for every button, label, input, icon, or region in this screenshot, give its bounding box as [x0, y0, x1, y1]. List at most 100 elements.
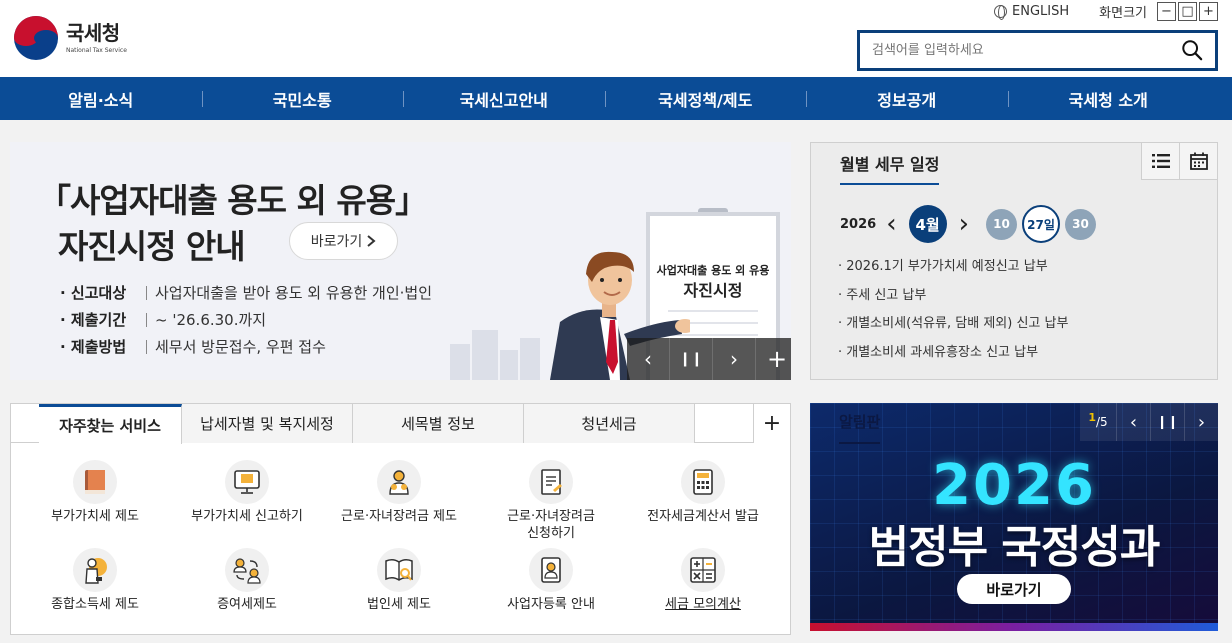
document-icon — [529, 460, 573, 504]
schedule-month-selector: 2026 ‹ 4월 › 10 27일 30 — [840, 205, 1096, 243]
book-icon — [73, 460, 117, 504]
notice-pause-button[interactable]: ❙❙ — [1150, 403, 1184, 441]
service-label: 부가가치세 신고하기 — [191, 509, 303, 524]
schedule-view-toggle — [1141, 143, 1217, 180]
service-item-vat-filing[interactable]: 부가가치세 신고하기 — [171, 460, 323, 546]
banner-shortcut-button[interactable]: 바로가기 — [289, 222, 398, 260]
nav-item-news[interactable]: 알림·소식 — [0, 77, 202, 120]
schedule-list-item[interactable]: 2026.1기 부가가치세 예정신고 납부 — [838, 256, 1068, 285]
english-label: ENGLISH — [1012, 4, 1070, 19]
chevron-right-icon — [367, 235, 376, 247]
service-item-income-tax[interactable]: 종합소득세 제도 — [19, 548, 171, 634]
search-input[interactable] — [860, 33, 1160, 68]
banner-more-button[interactable]: + — [756, 338, 791, 380]
taegeuk-emblem-icon — [14, 16, 58, 60]
service-label: 법인세 제도 — [367, 597, 431, 612]
banner-info-row: 제출방법 세무서 방문접수, 우편 접수 — [60, 333, 432, 360]
schedule-list-item[interactable]: 주세 신고 납부 — [838, 285, 1068, 314]
banner-info-key: 제출방법 — [60, 336, 142, 357]
math-icon — [681, 548, 725, 592]
search-icon[interactable] — [1181, 39, 1203, 61]
services-more-button[interactable]: + — [753, 404, 790, 443]
service-item-e-tax-invoice[interactable]: 전자세금계산서 발급 — [627, 460, 779, 546]
service-item-earned-income-credit[interactable]: 근로·자녀장려금 제도 — [323, 460, 475, 546]
banner-info-value: ~ '26.6.30.까지 — [155, 311, 267, 329]
schedule-day-30[interactable]: 30 — [1065, 208, 1096, 240]
service-item-corporate-tax[interactable]: 법인세 제도 — [323, 548, 475, 634]
nav-item-tax-filing[interactable]: 국세신고안내 — [403, 77, 605, 120]
banner-info-value: 세무서 방문접수, 우편 접수 — [155, 338, 326, 356]
services-grid: 부가가치세 제도 부가가치세 신고하기 근로·자녀장려금 제도 근로·자녀장려금… — [19, 460, 779, 634]
nav-item-communication[interactable]: 국민소통 — [201, 77, 404, 120]
calendar-view-button[interactable] — [1179, 143, 1217, 180]
banner-subtitle: 자진시정 안내 — [58, 227, 246, 266]
list-view-button[interactable] — [1141, 143, 1179, 180]
main-banner: 「사업자대출 용도 외 유용」 자진시정 안내 바로가기 신고대상 사업자대출을… — [10, 142, 791, 380]
notice-shortcut-button[interactable]: 바로가기 — [957, 574, 1071, 604]
monitor-icon — [225, 460, 269, 504]
frequent-services-panel: 자주찾는 서비스 납세자별 및 복지세정 세목별 정보 청년세금 + 부가가치세… — [10, 403, 791, 635]
service-label: 근로·자녀장려금 제도 — [341, 509, 457, 524]
logo-english-text: National Tax Service — [66, 47, 127, 54]
service-label: 사업자등록 안내 — [507, 597, 595, 612]
schedule-list: 2026.1기 부가가치세 예정신고 납부 주세 신고 납부 개별소비세(석유류… — [838, 256, 1068, 370]
schedule-day-10[interactable]: 10 — [986, 208, 1017, 240]
current-month: 4월 — [908, 205, 947, 243]
service-label: 세금 모의계산 — [665, 597, 741, 612]
service-item-tax-simulation[interactable]: 세금 모의계산 — [627, 548, 779, 634]
notice-board-title[interactable]: 알림판 — [839, 411, 881, 444]
tab-tax-items[interactable]: 세목별 정보 — [353, 404, 524, 443]
font-size-decrease-button[interactable]: − — [1157, 2, 1176, 21]
badge-icon — [529, 548, 573, 592]
exchange-icon — [225, 548, 269, 592]
schedule-day-27-selected[interactable]: 27일 — [1022, 205, 1060, 243]
service-label: 부가가치세 제도 — [51, 509, 139, 524]
service-label: 근로·자녀장려금 신청하기 — [507, 509, 595, 541]
open-book-icon — [377, 548, 421, 592]
nav-item-tax-policy[interactable]: 국세정책/제도 — [604, 77, 807, 120]
font-size-increase-button[interactable]: + — [1199, 2, 1218, 21]
logo-korean-text: 국세청 — [66, 21, 120, 45]
service-item-vat-system[interactable]: 부가가치세 제도 — [19, 460, 171, 546]
service-item-earned-income-apply[interactable]: 근로·자녀장려금 신청하기 — [475, 460, 627, 546]
next-month-button[interactable]: › — [959, 211, 969, 237]
schedule-year: 2026 — [840, 216, 877, 232]
font-size-reset-button[interactable]: □ — [1178, 2, 1197, 21]
tab-youth-tax[interactable]: 청년세금 — [524, 404, 695, 443]
english-link[interactable]: ENGLISH — [994, 4, 1070, 20]
notice-banner-headline: 범정부 국정성과 — [868, 522, 1161, 573]
monthly-tax-schedule: 월별 세무 일정 2026 ‹ 4월 › 10 27일 30 · 2026.1기… — [810, 142, 1218, 380]
schedule-list-item[interactable]: 개별소비세 과세유흥장소 신고 납부 — [838, 342, 1068, 371]
tab-frequent-services[interactable]: 자주찾는 서비스 — [39, 404, 182, 444]
services-tab-bar: 자주찾는 서비스 납세자별 및 복지세정 세목별 정보 청년세금 — [11, 404, 790, 444]
schedule-list-item[interactable]: 개별소비세(석유류, 담배 제외) 신고 납부 — [838, 313, 1068, 342]
schedule-title[interactable]: 월별 세무 일정 — [840, 151, 940, 185]
banner-info-key: 신고대상 — [60, 282, 142, 303]
nav-item-about[interactable]: 국세청 소개 — [1007, 77, 1210, 120]
nav-item-disclosure[interactable]: 정보공개 — [806, 77, 1008, 120]
banner-info-key: 제출기간 — [60, 309, 142, 330]
site-logo[interactable]: 국세청 National Tax Service — [14, 16, 127, 60]
notice-next-button[interactable]: › — [1184, 403, 1218, 441]
tab-taxpayer-welfare[interactable]: 납세자별 및 복지세정 — [182, 404, 353, 443]
banner-info-value: 사업자대출을 받아 용도 외 유용한 개인·법인 — [155, 284, 433, 302]
service-item-gift-tax[interactable]: 증여세제도 — [171, 548, 323, 634]
service-label: 증여세제도 — [217, 597, 277, 612]
banner-pause-button[interactable]: ❙❙ — [670, 338, 713, 380]
service-item-business-registration[interactable]: 사업자등록 안내 — [475, 548, 627, 634]
font-size-label: 화면크기 — [1099, 6, 1147, 21]
notice-board: 알림판 1/5 ‹ ❙❙ › 2026 범정부 국정성과 바로가기 — [810, 403, 1218, 631]
banner-prev-button[interactable]: ‹ — [627, 338, 670, 380]
notice-prev-button[interactable]: ‹ — [1116, 403, 1150, 441]
notice-page-indicator: 1/5 — [1088, 410, 1108, 430]
globe-icon — [994, 5, 1008, 20]
prev-month-button[interactable]: ‹ — [886, 211, 896, 237]
banner-next-button[interactable]: › — [713, 338, 756, 380]
calculator-icon — [681, 460, 725, 504]
header: 국세청 National Tax Service ENGLISH 화면크기 − … — [0, 0, 1232, 77]
service-label: 전자세금계산서 발급 — [647, 509, 759, 524]
service-label: 종합소득세 제도 — [51, 597, 139, 612]
notice-banner-year: 2026 — [932, 453, 1096, 518]
list-icon — [1151, 154, 1170, 168]
banner-info-list: 신고대상 사업자대출을 받아 용도 외 유용한 개인·법인 제출기간 ~ '26… — [60, 279, 432, 360]
